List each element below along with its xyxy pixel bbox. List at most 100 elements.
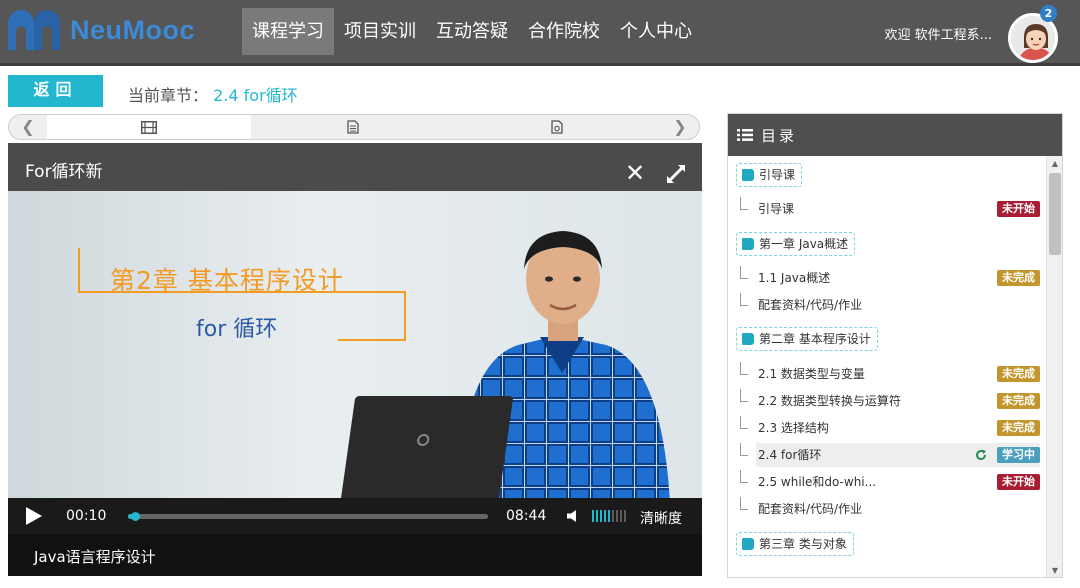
back-button[interactable]: 返回 <box>8 75 103 107</box>
volume-bar <box>612 510 614 522</box>
catalog-list: 引导课 引导课 未开始 第一章 Java概述 1.1 Java概述 未完成 配套… <box>728 156 1046 577</box>
section-label: 2.5 while和do-whi... <box>758 475 877 489</box>
scroll-up-arrow-icon[interactable]: ▲ <box>1047 156 1062 172</box>
catalog-scrollbar[interactable]: ▲ ▼ <box>1046 156 1062 577</box>
nav-item-qa[interactable]: 互动答疑 <box>426 8 518 55</box>
section-label: 配套资料/代码/作业 <box>758 502 863 516</box>
play-icon[interactable] <box>26 507 42 525</box>
video-title-bar: For循环新 ✕ <box>8 143 702 191</box>
video-player: For循环新 ✕ 第2章 基本程序设计 for 循环 00:10 08:44 清… <box>8 143 702 576</box>
total-time: 08:44 <box>506 508 547 524</box>
nav-item-personal-center[interactable]: 个人中心 <box>610 8 702 55</box>
scroll-thumb[interactable] <box>1049 173 1061 255</box>
chapter-label: 第二章 基本程序设计 <box>759 332 871 346</box>
notification-badge[interactable]: 2 <box>1040 5 1057 22</box>
status-badge: 学习中 <box>997 447 1040 463</box>
document-icon <box>347 120 359 134</box>
quality-button[interactable]: 清晰度 <box>640 508 682 528</box>
volume-slider[interactable] <box>592 510 626 522</box>
current-chapter-value: 2.4 for循环 <box>213 86 298 105</box>
current-chapter: 当前章节： 2.4 for循环 <box>128 82 298 106</box>
expand-icon[interactable] <box>665 163 687 185</box>
chapter-item[interactable]: 引导课 <box>736 163 803 187</box>
section-item[interactable]: 1.1 Java概述 未完成 <box>738 266 1040 290</box>
book-icon <box>742 333 754 345</box>
status-badge: 未完成 <box>997 420 1040 436</box>
section-label: 1.1 Java概述 <box>758 271 831 285</box>
welcome-text: 欢迎 软件工程系... <box>884 28 992 43</box>
progress-handle[interactable] <box>131 512 141 521</box>
catalog-title: 目录 <box>761 127 798 145</box>
section-item[interactable]: 2.2 数据类型转换与运算符 未完成 <box>738 389 1040 413</box>
status-badge: 未完成 <box>997 393 1040 409</box>
tab-video[interactable] <box>47 115 251 139</box>
chapter-item[interactable]: 第二章 基本程序设计 <box>736 327 878 351</box>
slide-title: 第2章 基本程序设计 <box>110 266 344 295</box>
section-label: 2.4 for循环 <box>758 448 822 462</box>
chapter-label: 引导课 <box>759 168 796 182</box>
nav-item-project-training[interactable]: 项目实训 <box>334 8 426 55</box>
attachment-icon <box>551 120 563 134</box>
list-icon <box>737 129 753 141</box>
section-item[interactable]: 2.3 选择结构 未完成 <box>738 416 1040 440</box>
scroll-down-arrow-icon[interactable]: ▼ <box>1047 563 1062 577</box>
player-controls: 00:10 08:44 清晰度 <box>8 498 702 534</box>
nav-item-partner-schools[interactable]: 合作院校 <box>518 8 610 55</box>
section-label: 引导课 <box>758 202 795 216</box>
tab-document[interactable] <box>251 115 455 139</box>
volume-bar <box>596 510 598 522</box>
resource-tab-strip: ❮ ❯ <box>8 114 700 140</box>
status-badge: 未开始 <box>997 201 1040 217</box>
catalog-header: 目录 <box>728 114 1062 156</box>
volume-bar <box>616 510 618 522</box>
section-item[interactable]: 引导课 未开始 <box>738 197 1040 221</box>
chapter-item[interactable]: 第三章 类与对象 <box>736 532 854 556</box>
volume-icon[interactable] <box>566 509 582 523</box>
section-label: 配套资料/代码/作业 <box>758 298 863 312</box>
film-icon <box>141 120 157 134</box>
book-icon <box>742 238 754 250</box>
section-label: 2.1 数据类型与变量 <box>758 367 865 381</box>
section-label: 2.3 选择结构 <box>758 421 829 435</box>
logo-mark-icon <box>8 10 62 50</box>
volume-bar <box>604 510 606 522</box>
course-name: Java语言程序设计 <box>34 548 156 566</box>
tabs-prev-chevron-icon[interactable]: ❮ <box>9 115 47 139</box>
course-name-bar: Java语言程序设计 <box>8 534 702 576</box>
volume-bar <box>624 510 626 522</box>
brand-name: NeuMooc <box>70 14 195 45</box>
progress-bar[interactable] <box>128 512 488 521</box>
current-chapter-label: 当前章节： <box>128 86 209 105</box>
status-badge: 未开始 <box>997 474 1040 490</box>
brand-logo[interactable]: NeuMooc <box>8 8 195 52</box>
book-icon <box>742 169 754 181</box>
current-time: 00:10 <box>66 508 107 524</box>
slide-subtitle: for 循环 <box>196 317 278 342</box>
video-frame[interactable]: 第2章 基本程序设计 for 循环 <box>8 191 702 498</box>
section-item[interactable]: 2.5 while和do-whi... 未开始 <box>738 470 1040 494</box>
book-icon <box>742 538 754 550</box>
section-label: 2.2 数据类型转换与运算符 <box>758 394 901 408</box>
section-item[interactable]: 配套资料/代码/作业 <box>738 293 1040 317</box>
status-badge: 未完成 <box>997 270 1040 286</box>
section-item-current[interactable]: 2.4 for循环 学习中 <box>740 443 1040 467</box>
laptop-image <box>340 396 514 498</box>
refresh-icon[interactable] <box>975 449 987 461</box>
tabs-next-chevron-icon[interactable]: ❯ <box>661 115 699 139</box>
catalog-panel: 目录 引导课 引导课 未开始 第一章 Java概述 1.1 Java概述 未完成… <box>727 113 1063 578</box>
section-item[interactable]: 配套资料/代码/作业 <box>738 497 1040 521</box>
nav-item-course-study[interactable]: 课程学习 <box>242 8 334 55</box>
volume-bar <box>600 510 602 522</box>
chapter-label: 第一章 Java概述 <box>759 237 849 251</box>
video-title: For循环新 <box>25 162 103 182</box>
tab-attachment[interactable] <box>455 115 659 139</box>
section-item[interactable]: 2.1 数据类型与变量 未完成 <box>738 362 1040 386</box>
main-nav: 课程学习 项目实训 互动答疑 合作院校 个人中心 <box>242 8 702 55</box>
volume-bar <box>620 510 622 522</box>
status-badge: 未完成 <box>997 366 1040 382</box>
chapter-item[interactable]: 第一章 Java概述 <box>736 232 856 256</box>
top-navigation-bar: NeuMooc 课程学习 项目实训 互动答疑 合作院校 个人中心 欢迎 软件工程… <box>0 0 1080 66</box>
close-icon[interactable]: ✕ <box>625 161 645 185</box>
chapter-label: 第三章 类与对象 <box>759 537 847 551</box>
volume-bar <box>608 510 610 522</box>
